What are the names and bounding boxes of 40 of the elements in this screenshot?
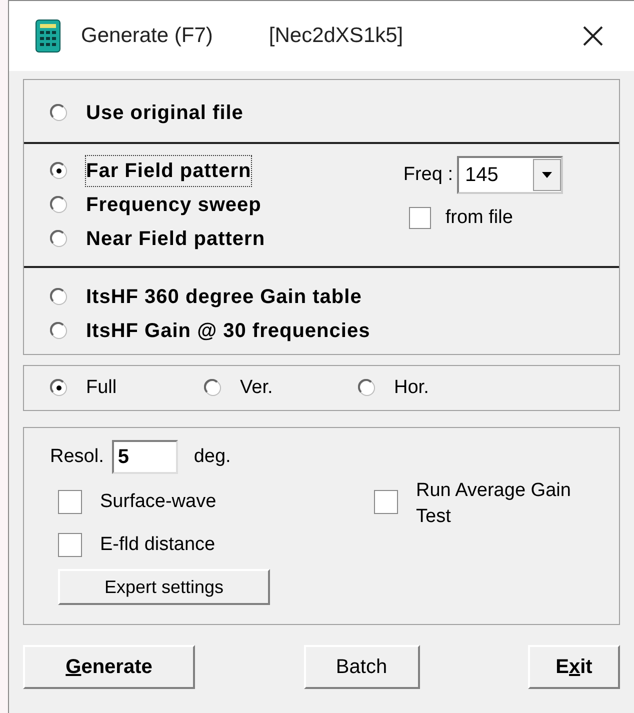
resolution-field[interactable]: 5 (112, 440, 178, 474)
radio-label: Full (86, 376, 117, 400)
radio-button[interactable] (50, 379, 68, 397)
radio-label: Near Field pattern (86, 227, 266, 252)
checkbox-label: Run Average Gain Test (416, 479, 572, 529)
expert-settings-button[interactable]: Expert settings (58, 569, 270, 605)
calculator-icon (35, 19, 61, 53)
radio-label: Ver. (240, 376, 273, 400)
freq-dropdown[interactable]: 145 (457, 156, 563, 194)
radio-button[interactable] (50, 162, 68, 180)
radio-button[interactable] (50, 104, 68, 122)
radio-label: ItsHF Gain @ 30 frequencies (86, 319, 370, 344)
window-subtitle: [Nec2dXS1k5] (268, 23, 404, 50)
checkbox[interactable] (58, 532, 82, 557)
freq-value: 145 (464, 163, 500, 188)
radio-button[interactable] (50, 288, 68, 306)
resolution-label: Resol. (50, 444, 104, 469)
radio-button[interactable] (50, 196, 68, 214)
checkbox-label: from file (445, 206, 513, 230)
radio-label: Frequency sweep (86, 193, 262, 218)
radio-label: Use original file (86, 101, 244, 126)
checkbox[interactable] (409, 207, 432, 230)
close-icon[interactable] (582, 25, 604, 47)
freq-label: Freq : (403, 162, 453, 187)
dialog-button[interactable]: Exit (528, 645, 620, 689)
unit-label: deg. (194, 444, 231, 469)
radio-button[interactable] (50, 322, 68, 340)
radio-button[interactable] (204, 379, 222, 397)
checkbox-label: E-fld distance (100, 532, 216, 556)
radio-button[interactable] (50, 230, 68, 248)
radio-button[interactable] (358, 379, 376, 397)
checkbox[interactable] (58, 490, 82, 514)
window-title: Generate (F7) (81, 23, 213, 50)
radio-label: ItsHF 360 degree Gain table (86, 285, 362, 310)
dialog-button[interactable]: Generate (23, 645, 195, 689)
checkbox[interactable] (374, 490, 398, 514)
checkbox-label: Surface-wave (100, 490, 216, 514)
radio-label: Far Field pattern (86, 156, 252, 186)
radio-label: Hor. (394, 376, 429, 400)
dialog-button[interactable]: Batch (304, 645, 420, 689)
